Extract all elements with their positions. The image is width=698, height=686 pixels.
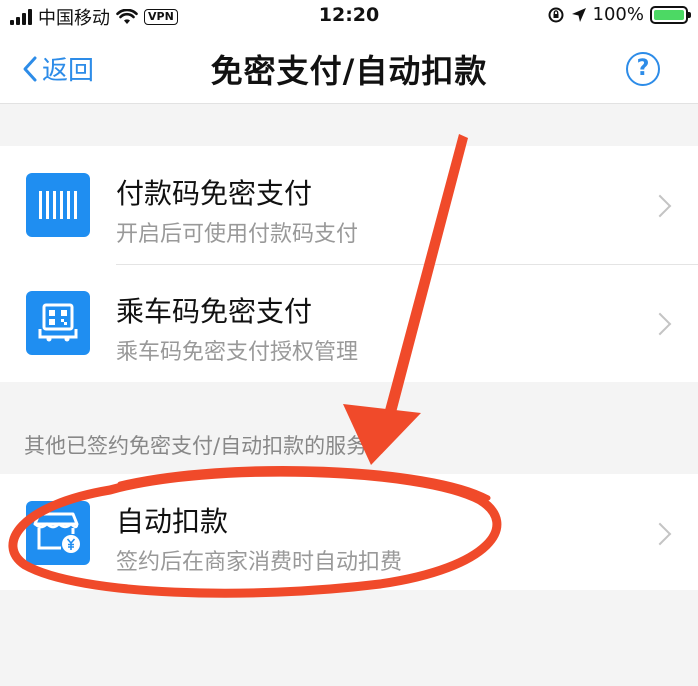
item-title: 付款码免密支付 bbox=[116, 177, 313, 210]
item-subtitle: 签约后在商家消费时自动扣费 bbox=[116, 550, 403, 575]
item-subtitle: 开启后可使用付款码支付 bbox=[116, 222, 359, 247]
nav-bar: 返回 免密支付/自动扣款 ? bbox=[0, 32, 698, 104]
list-item-barcode-pay[interactable]: 付款码免密支付 开启后可使用付款码支付 bbox=[0, 146, 698, 264]
battery-fill bbox=[654, 9, 684, 20]
chevron-right-icon bbox=[648, 522, 672, 546]
payment-list: 付款码免密支付 开启后可使用付款码支付 乘车码免密支付 乘车码免密支付授权管理 bbox=[0, 146, 698, 382]
item-title: 自动扣款 bbox=[116, 505, 229, 538]
page-title: 免密支付/自动扣款 bbox=[210, 52, 488, 90]
chevron-right-icon bbox=[648, 312, 672, 336]
store-yen-icon bbox=[26, 501, 90, 565]
list-item-bus-code-pay[interactable]: 乘车码免密支付 乘车码免密支付授权管理 bbox=[0, 264, 698, 382]
bus-code-icon bbox=[26, 291, 90, 355]
status-right: 100% bbox=[547, 4, 691, 25]
item-title: 乘车码免密支付 bbox=[116, 295, 313, 328]
barcode-icon bbox=[26, 173, 90, 237]
auto-debit-list: 自动扣款 签约后在商家消费时自动扣费 bbox=[0, 474, 698, 590]
section-header: 其他已签约免密支付/自动扣款的服务 bbox=[24, 434, 368, 458]
help-button[interactable]: ? bbox=[626, 52, 660, 86]
battery-icon bbox=[650, 5, 691, 24]
item-subtitle: 乘车码免密支付授权管理 bbox=[116, 340, 359, 365]
status-bar: 中国移动 VPN 12:20 100% bbox=[0, 0, 698, 32]
battery-percent: 100% bbox=[592, 4, 644, 25]
orientation-lock-icon bbox=[548, 7, 564, 22]
location-icon bbox=[571, 7, 586, 22]
list-item-auto-debit[interactable]: 自动扣款 签约后在商家消费时自动扣费 bbox=[0, 474, 698, 590]
chevron-right-icon bbox=[648, 194, 672, 218]
